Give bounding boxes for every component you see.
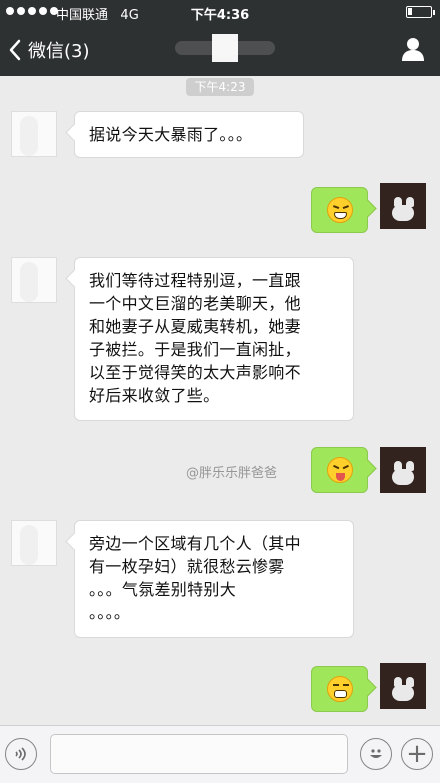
chevron-left-icon xyxy=(9,39,21,61)
watermark: @胖乐乐胖爸爸 xyxy=(186,466,278,481)
laughing-tongue-emoji-icon xyxy=(327,457,353,483)
message-line: 子被拦。于是我们一直闲扯， xyxy=(89,340,301,359)
voice-button[interactable] xyxy=(5,738,37,770)
message-bubble-incoming[interactable]: 据说今天大暴雨了。。。 xyxy=(74,111,304,158)
grinning-teeth-emoji-icon xyxy=(327,676,353,702)
message-line: 。。。气氛差别特别大 xyxy=(89,580,237,599)
message-bubble-incoming[interactable]: 我们等待过程特别逗，一直跟 一个中文巨溜的老美聊天，他 和她妻子从夏威夷转机，她… xyxy=(74,257,354,421)
message-line: 有一枚孕妇）就很愁云惨雾 xyxy=(89,557,285,576)
more-button[interactable]: + xyxy=(401,738,433,770)
chat-area[interactable]: 下午4:23 据说今天大暴雨了。。。 我们等待过程特别逗，一直跟 一个中文巨溜的… xyxy=(0,76,440,725)
message-bubble-incoming[interactable]: 旁边一个区域有几个人（其中 有一枚孕妇）就很愁云惨雾 。。。气氛差别特别大 。。… xyxy=(74,520,354,638)
message-bubble-outgoing[interactable] xyxy=(311,666,368,712)
nav-bar: 微信(3) xyxy=(0,24,440,76)
emoji-button[interactable] xyxy=(360,738,392,770)
smiley-icon xyxy=(370,749,382,758)
message-input[interactable] xyxy=(50,734,348,774)
voice-icon xyxy=(15,747,26,761)
profile-icon[interactable] xyxy=(400,36,426,62)
plus-icon: + xyxy=(406,739,428,769)
chat-title-redacted xyxy=(175,28,275,68)
battery-icon xyxy=(406,6,435,18)
my-avatar[interactable] xyxy=(380,663,426,709)
message-line: 一个中文巨溜的老美聊天，他 xyxy=(89,294,301,313)
status-bar: 中国联通 4G 下午4:36 xyxy=(0,0,440,24)
timestamp-chip: 下午4:23 xyxy=(186,78,254,96)
grimace-emoji-icon xyxy=(327,197,353,223)
message-line: 。。。。 xyxy=(89,603,131,622)
my-avatar[interactable] xyxy=(380,183,426,229)
top-bar: 中国联通 4G 下午4:36 微信(3) xyxy=(0,0,440,76)
message-bubble-outgoing[interactable] xyxy=(311,187,368,233)
message-line: 以至于觉得笑的太大声影响不 xyxy=(89,363,301,382)
contact-avatar[interactable] xyxy=(11,520,57,566)
message-line: 和她妻子从夏威夷转机，她妻 xyxy=(89,317,301,336)
message-text: 据说今天大暴雨了。。。 xyxy=(89,125,253,144)
status-clock: 下午4:36 xyxy=(190,8,250,23)
message-line: 我们等待过程特别逗，一直跟 xyxy=(89,271,301,290)
contact-avatar[interactable] xyxy=(11,111,57,157)
back-label: 微信(3) xyxy=(28,41,90,62)
input-bar: + xyxy=(0,725,440,783)
back-button[interactable]: 微信(3) xyxy=(8,36,90,64)
my-avatar[interactable] xyxy=(380,447,426,493)
message-line: 好后来收敛了些。 xyxy=(89,386,220,405)
message-bubble-outgoing[interactable] xyxy=(311,447,368,493)
contact-avatar[interactable] xyxy=(11,257,57,303)
message-line: 旁边一个区域有几个人（其中 xyxy=(89,534,301,553)
